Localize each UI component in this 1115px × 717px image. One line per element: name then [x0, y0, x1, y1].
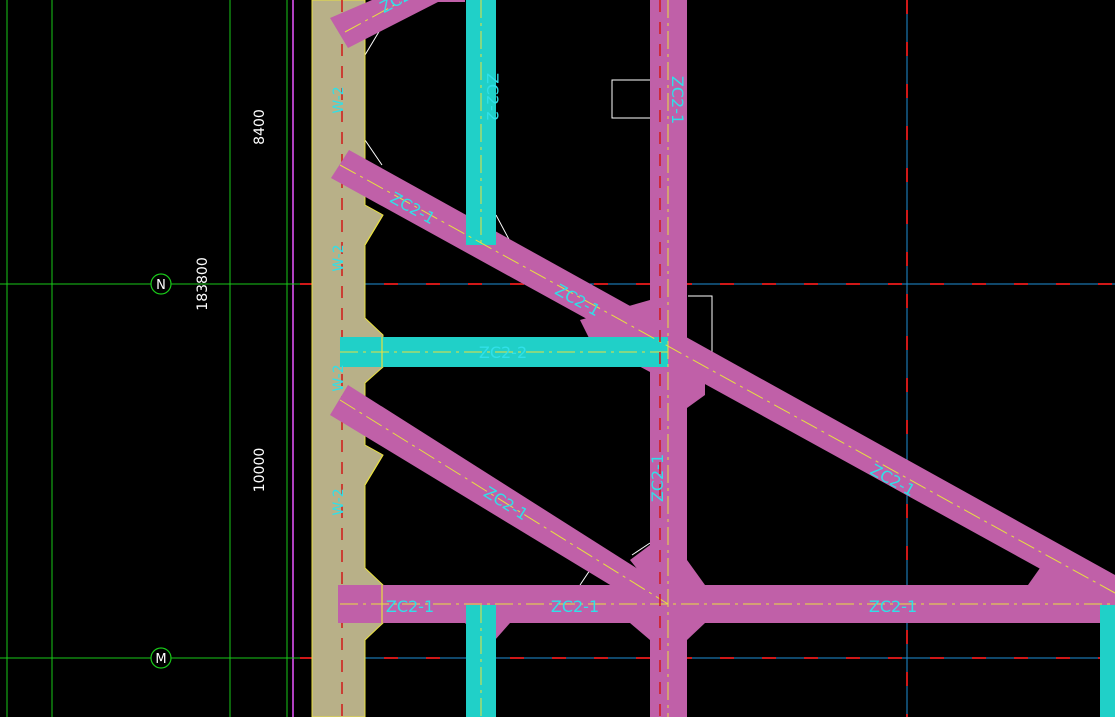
haunch-edge-4 — [579, 569, 591, 586]
cad-drawing-canvas[interactable]: N M 8400 183800 10000 W-2 W-2 W-2 W-2 ZC… — [0, 0, 1115, 717]
beam-label-zc2-2-vertical: ZC2-2 — [483, 73, 502, 121]
beam-label-bottom-c: ZC2-1 — [869, 597, 917, 616]
wall-label-4: W-2 — [331, 488, 347, 515]
beam-diagonal-long[interactable] — [331, 150, 1115, 610]
opening-outline-top — [611, 79, 650, 119]
wall-label-2: W-2 — [331, 244, 347, 271]
beam-haunch-junction-b[interactable] — [687, 360, 705, 408]
beam-label-vertical-mid: ZC2-1 — [648, 454, 667, 502]
axis-bubble-m-label: M — [155, 652, 166, 667]
beam-label-bottom-b: ZC2-1 — [551, 597, 599, 616]
wall-label-3: W-2 — [331, 364, 347, 391]
axis-bubble-m[interactable]: M — [150, 647, 172, 669]
dimension-text-overall[interactable]: 183800 — [195, 257, 211, 310]
axis-bubble-n-label: N — [156, 278, 166, 293]
wall-label-1: W-2 — [331, 86, 347, 113]
beam-label-vertical-top: ZC2-1 — [668, 76, 687, 124]
dimension-text-top[interactable]: 8400 — [252, 109, 268, 145]
axis-bubble-n[interactable]: N — [150, 273, 172, 295]
beam-label-zc2-2-horizontal: ZC2-2 — [479, 343, 527, 362]
dimension-text-bottom[interactable]: 10000 — [252, 448, 268, 493]
beam-zc2-2-vertical-right[interactable] — [1100, 605, 1115, 717]
beam-label-bottom-a: ZC2-1 — [386, 597, 434, 616]
left-grid-lines — [6, 0, 288, 717]
structural-plan-drawing[interactable]: N M 8400 183800 10000 W-2 W-2 W-2 W-2 ZC… — [0, 0, 1115, 717]
